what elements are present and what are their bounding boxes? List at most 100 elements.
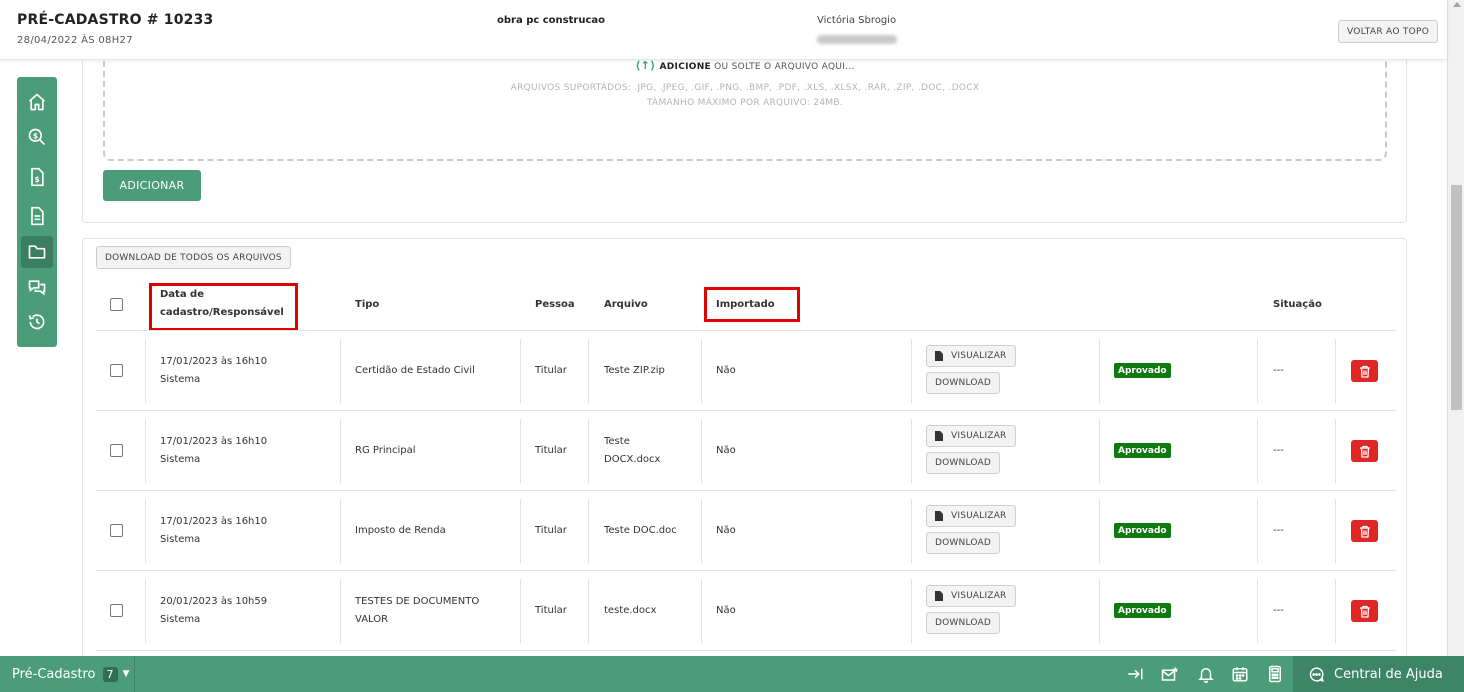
- pre-cadastro-tab[interactable]: Pré-Cadastro 7 ▼: [0, 656, 135, 692]
- max-size-text: TAMANHO MÁXIMO POR ARQUIVO: 24MB.: [646, 98, 844, 108]
- delete-button[interactable]: [1351, 520, 1378, 542]
- upload-cloud-icon: ⟨↑⟩: [635, 59, 656, 72]
- header-tipo[interactable]: Tipo: [355, 296, 379, 314]
- row-responsible: Sistema: [160, 534, 201, 545]
- invoice-icon: $: [31, 167, 44, 187]
- help-center-button[interactable]: Central de Ajuda: [1293, 656, 1464, 692]
- row-tipo: RG Principal: [355, 445, 416, 456]
- supported-files-text: ARQUIVOS SUPORTADOS: .JPG, .JPEG, .GIF, …: [510, 83, 980, 93]
- download-button[interactable]: DOWNLOAD: [926, 452, 1000, 474]
- page-header: PRÉ-CADASTRO # 10233 28/04/2022 ÀS 08H27…: [0, 0, 1447, 60]
- row-pessoa: Titular: [535, 445, 567, 456]
- row-checkbox[interactable]: [110, 364, 123, 377]
- row-situacao: ---: [1273, 445, 1284, 456]
- row-tipo: Imposto de Renda: [355, 525, 446, 536]
- view-button[interactable]: VISUALIZAR: [926, 345, 1016, 367]
- row-checkbox[interactable]: [110, 604, 123, 617]
- row-arquivo: Teste DOC.doc: [604, 525, 677, 536]
- user-name: Victória Sbrogio: [817, 15, 897, 26]
- row-pessoa: Titular: [535, 605, 567, 616]
- sidebar-item-files[interactable]: [21, 236, 53, 268]
- svg-text:$: $: [35, 175, 40, 184]
- scroll-up-arrow-icon[interactable]: [1453, 2, 1461, 7]
- sidebar-item-invoice[interactable]: $: [21, 161, 53, 193]
- row-responsible: Sistema: [160, 614, 201, 625]
- column-divider: [520, 419, 521, 483]
- search-money-icon: $: [28, 128, 46, 146]
- header-divider: [96, 330, 1396, 331]
- delete-button[interactable]: [1351, 440, 1378, 462]
- file-icon: [935, 431, 943, 441]
- add-file-button[interactable]: ADICIONAR: [103, 170, 201, 201]
- sidebar-item-search-financial[interactable]: $: [21, 121, 53, 153]
- dropzone-instruction: ⟨↑⟩ ADICIONE OU SOLTE O ARQUIVO AQUI...: [105, 59, 1385, 72]
- highlight-box-importado: [704, 287, 800, 322]
- mail-star-icon[interactable]: [1160, 664, 1180, 684]
- row-importado: Não: [716, 365, 736, 376]
- pre-cadastro-count-badge: 7: [102, 666, 118, 682]
- download-all-button[interactable]: DOWNLOAD DE TODOS OS ARQUIVOS: [96, 246, 291, 269]
- row-situacao: ---: [1273, 525, 1284, 536]
- page-date: 28/04/2022 ÀS 08H27: [17, 35, 133, 46]
- sidebar-item-home[interactable]: [21, 86, 53, 118]
- file-icon: [935, 351, 943, 361]
- back-to-top-button[interactable]: VOLTAR AO TOPO: [1338, 20, 1439, 43]
- sidebar-item-document[interactable]: [21, 200, 53, 232]
- trash-icon: [1359, 605, 1370, 618]
- column-divider: [1257, 339, 1258, 403]
- column-divider: [1335, 499, 1336, 563]
- view-button[interactable]: VISUALIZAR: [926, 425, 1016, 447]
- download-button[interactable]: DOWNLOAD: [926, 612, 1000, 634]
- bell-icon[interactable]: [1196, 664, 1216, 684]
- column-divider: [145, 579, 146, 643]
- column-divider: [588, 339, 589, 403]
- row-pessoa: Titular: [535, 525, 567, 536]
- column-divider: [145, 419, 146, 483]
- select-all-checkbox[interactable]: [110, 298, 123, 311]
- sidebar-item-chat[interactable]: [21, 271, 53, 303]
- arrow-to-right-icon[interactable]: [1125, 664, 1145, 684]
- column-divider: [520, 499, 521, 563]
- page-scrollbar[interactable]: [1447, 0, 1464, 656]
- status-badge: Aprovado: [1114, 523, 1171, 538]
- trash-icon: [1359, 365, 1370, 378]
- delete-button[interactable]: [1351, 600, 1378, 622]
- calendar-icon[interactable]: [1230, 664, 1250, 684]
- header-pessoa[interactable]: Pessoa: [535, 296, 575, 314]
- bottom-bar: Pré-Cadastro 7 ▼ Central de Ajuda: [0, 656, 1464, 692]
- column-divider: [340, 419, 341, 483]
- row-date: 20/01/2023 às 10h59: [160, 596, 268, 607]
- header-arquivo[interactable]: Arquivo: [604, 296, 648, 314]
- view-button[interactable]: VISUALIZAR: [926, 585, 1016, 607]
- svg-text:$: $: [33, 132, 38, 141]
- header-situacao[interactable]: Situação: [1273, 296, 1322, 314]
- sidebar-item-history[interactable]: [21, 306, 53, 338]
- pre-cadastro-label: Pré-Cadastro: [12, 666, 96, 682]
- row-checkbox[interactable]: [110, 444, 123, 457]
- row-arquivo: teste.docx: [604, 605, 657, 616]
- column-divider: [701, 339, 702, 403]
- row-importado: Não: [716, 525, 736, 536]
- row-importado: Não: [716, 605, 736, 616]
- view-button[interactable]: VISUALIZAR: [926, 505, 1016, 527]
- status-badge: Aprovado: [1114, 443, 1171, 458]
- dropzone-add-text[interactable]: ADICIONE: [660, 62, 711, 72]
- column-divider: [520, 339, 521, 403]
- scrollbar-thumb[interactable]: [1451, 185, 1462, 410]
- help-chat-icon: [1309, 666, 1324, 682]
- calculator-icon[interactable]: [1265, 664, 1285, 684]
- column-divider: [340, 579, 341, 643]
- file-dropzone[interactable]: ⟨↑⟩ ADICIONE OU SOLTE O ARQUIVO AQUI... A…: [103, 56, 1387, 161]
- obra-name: obra pc construcao: [497, 15, 606, 26]
- files-card: DOWNLOAD DE TODOS OS ARQUIVOS Data de ca…: [82, 238, 1407, 678]
- row-tipo: TESTES DE DOCUMENTO: [355, 596, 480, 607]
- column-divider: [1099, 339, 1100, 403]
- row-checkbox[interactable]: [110, 524, 123, 537]
- row-responsible: Sistema: [160, 454, 201, 465]
- delete-button[interactable]: [1351, 360, 1378, 382]
- download-button[interactable]: DOWNLOAD: [926, 372, 1000, 394]
- column-divider: [145, 339, 146, 403]
- download-button[interactable]: DOWNLOAD: [926, 532, 1000, 554]
- row-divider: [96, 570, 1396, 571]
- column-divider: [588, 499, 589, 563]
